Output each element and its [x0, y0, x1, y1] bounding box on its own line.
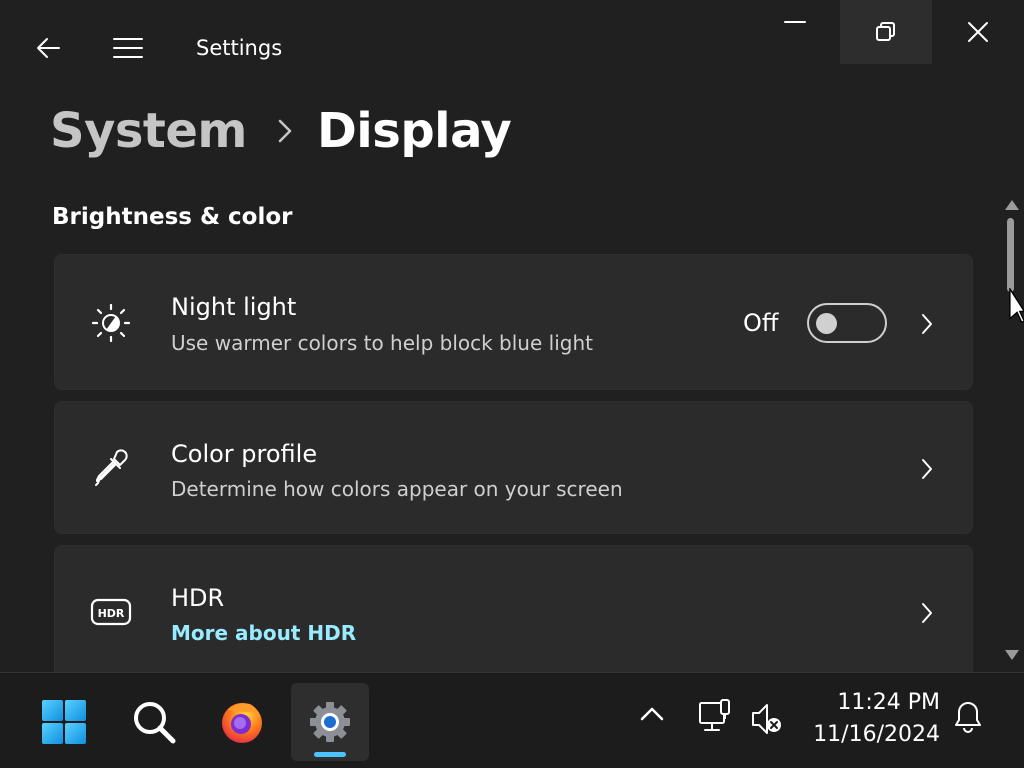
search-button[interactable] — [115, 683, 193, 761]
settings-window: Settings System Display Brightness & col… — [0, 0, 1024, 685]
chevron-right-icon[interactable] — [917, 309, 937, 339]
night-light-card[interactable]: Night light Use warmer colors to help bl… — [54, 254, 973, 390]
night-light-toggle[interactable] — [807, 303, 887, 343]
color-profile-subtitle: Determine how colors appear on your scre… — [171, 477, 623, 501]
notification-bell-icon — [955, 702, 981, 733]
hdr-more-link[interactable]: More about HDR — [171, 621, 356, 645]
page-title: Display — [316, 103, 512, 159]
volume-button[interactable] — [750, 699, 788, 739]
chevron-up-icon — [640, 707, 664, 721]
night-light-subtitle: Use warmer colors to help block blue lig… — [171, 331, 593, 355]
system-clock[interactable]: 11:24 PM 11/16/2024 — [806, 687, 940, 751]
svg-text:HDR: HDR — [98, 607, 125, 620]
hdr-title: HDR — [171, 584, 225, 612]
toggle-knob — [816, 313, 837, 334]
close-button[interactable] — [932, 0, 1024, 64]
hdr-card[interactable]: HDR HDR More about HDR — [54, 545, 973, 685]
settings-taskbar-button[interactable] — [291, 683, 369, 761]
night-light-title: Night light — [171, 293, 297, 321]
firefox-button[interactable] — [203, 683, 281, 761]
chevron-right-icon[interactable] — [917, 598, 937, 628]
color-profile-card[interactable]: Color profile Determine how colors appea… — [54, 401, 973, 534]
minimize-icon — [784, 21, 806, 23]
volume-muted-icon — [752, 704, 781, 734]
restore-button[interactable] — [840, 0, 932, 64]
hamburger-icon — [113, 38, 143, 58]
night-light-toggle-label: Off — [743, 309, 779, 337]
title-bar: Settings — [0, 0, 1024, 64]
app-title: Settings — [196, 36, 283, 60]
back-button[interactable] — [20, 20, 76, 76]
clock-time: 11:24 PM — [837, 690, 940, 715]
windows-start-icon — [42, 700, 86, 744]
start-button[interactable] — [25, 683, 103, 761]
scroll-thumb[interactable] — [1007, 218, 1014, 292]
active-app-indicator — [314, 752, 346, 757]
close-icon — [968, 22, 988, 42]
brightness-icon — [89, 301, 133, 345]
scroll-down-arrow-icon[interactable] — [1004, 646, 1020, 665]
mouse-cursor-icon — [1009, 286, 1024, 332]
breadcrumb: System Display — [50, 96, 512, 166]
network-button[interactable] — [697, 699, 735, 739]
nav-menu-button[interactable] — [100, 20, 156, 76]
firefox-icon — [222, 703, 262, 743]
color-profile-title: Color profile — [171, 440, 318, 468]
show-hidden-icons-button[interactable] — [638, 699, 666, 729]
search-icon — [134, 702, 176, 744]
vertical-scrollbar[interactable] — [1000, 192, 1024, 668]
chevron-right-icon[interactable] — [917, 454, 937, 484]
breadcrumb-chevron-icon — [277, 118, 293, 144]
back-arrow-icon — [37, 38, 60, 58]
eyedropper-icon — [89, 446, 133, 490]
section-title: Brightness & color — [52, 204, 293, 230]
restore-icon — [876, 22, 895, 41]
settings-icon — [310, 702, 350, 742]
hdr-icon: HDR — [89, 590, 133, 634]
network-icon — [699, 699, 730, 731]
breadcrumb-parent-link[interactable]: System — [50, 103, 247, 159]
clock-date: 11/16/2024 — [813, 722, 940, 747]
minimize-button[interactable] — [750, 0, 840, 64]
taskbar: 11:24 PM 11/16/2024 — [0, 672, 1024, 768]
scroll-up-arrow-icon[interactable] — [1004, 196, 1020, 215]
notifications-button[interactable] — [952, 699, 984, 735]
